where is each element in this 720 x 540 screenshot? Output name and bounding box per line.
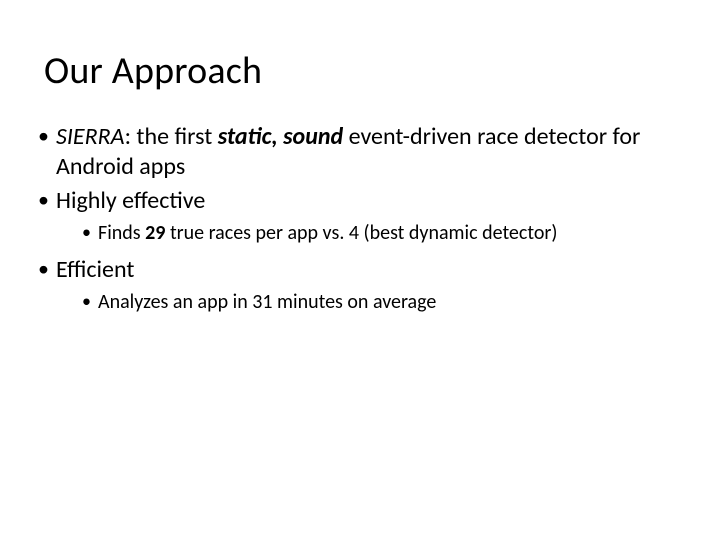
sub-bullet-time: Analyzes an app in 31 minutes on average	[80, 289, 684, 316]
text-seg: Analyzes an app in 31 minutes on average	[98, 290, 436, 314]
sub-list: Analyzes an app in 31 minutes on average	[80, 289, 684, 316]
text-seg: Highly effective	[56, 186, 205, 215]
sierra-name: SIERRA	[56, 122, 125, 151]
slide: Our Approach SIERRA: the first static, s…	[0, 0, 720, 540]
bullet-list: SIERRA: the first static, sound event-dr…	[36, 122, 684, 316]
bullet-sierra: SIERRA: the first static, sound event-dr…	[36, 122, 684, 182]
static-sound: static, sound	[218, 122, 344, 151]
sub-list: Finds 29 true races per app vs. 4 (best …	[80, 220, 684, 247]
text-seg: : the first	[125, 122, 218, 151]
bullet-efficient: Efficient Analyzes an app in 31 minutes …	[36, 255, 684, 316]
text-seg: true races per app vs. 4 (best dynamic d…	[165, 221, 557, 245]
bullet-effective: Highly effective Finds 29 true races per…	[36, 186, 684, 247]
sub-bullet-races: Finds 29 true races per app vs. 4 (best …	[80, 220, 684, 247]
slide-title: Our Approach	[44, 48, 684, 94]
text-seg: Finds	[98, 221, 145, 245]
text-seg: Efficient	[56, 255, 134, 284]
race-count: 29	[145, 221, 165, 245]
